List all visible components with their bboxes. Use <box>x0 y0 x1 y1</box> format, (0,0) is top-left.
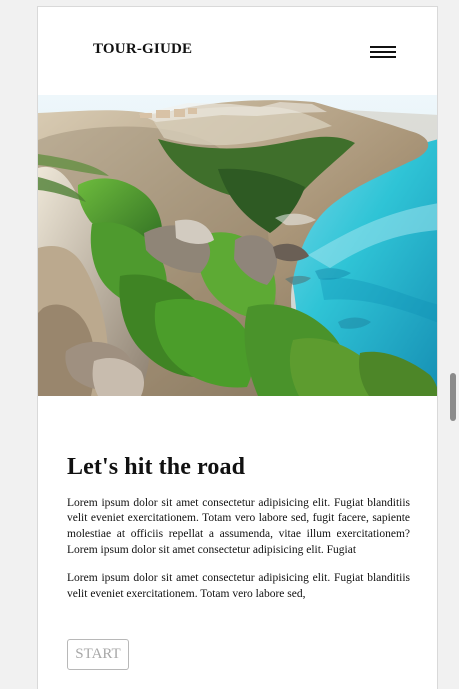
menu-line-icon <box>370 46 396 48</box>
browser-viewport: TOUR-GIUDE Let's hit the road Lorem ipsu… <box>0 0 459 689</box>
intro-paragraph: Lorem ipsum dolor sit amet consectetur a… <box>67 572 410 600</box>
page-card: TOUR-GIUDE Let's hit the road Lorem ipsu… <box>37 6 438 689</box>
page-headline: Let's hit the road <box>67 454 246 480</box>
intro-section: Let's hit the road Lorem ipsum dolor sit… <box>67 454 410 603</box>
site-header: TOUR-GIUDE <box>38 7 437 95</box>
hamburger-menu-icon[interactable] <box>370 45 396 60</box>
hero-image <box>38 95 437 396</box>
menu-line-icon <box>370 56 396 58</box>
intro-paragraph: Lorem ipsum dolor sit amet consectetur a… <box>67 496 410 557</box>
menu-line-icon <box>370 51 396 53</box>
page-scrollbar[interactable] <box>450 373 456 421</box>
site-logo[interactable]: TOUR-GIUDE <box>93 41 192 58</box>
start-button[interactable]: START <box>67 639 129 670</box>
